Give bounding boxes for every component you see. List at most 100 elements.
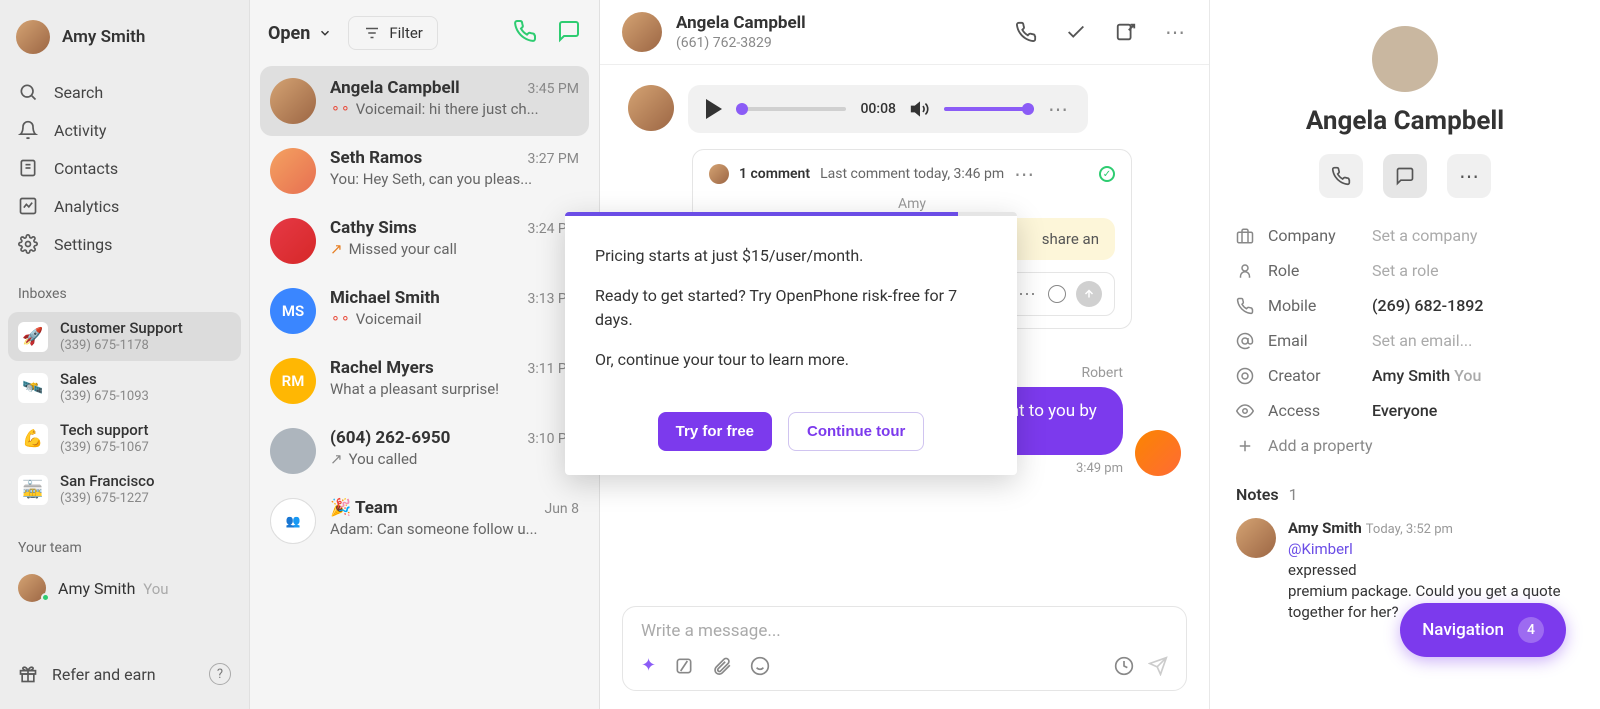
voicemail-icon: ⚬⚬ <box>330 312 350 327</box>
your-team-label: Your team <box>8 534 241 562</box>
conversation-item[interactable]: 👥 🎉 TeamJun 8 Adam: Can someone follow u… <box>260 486 589 556</box>
prop-mobile[interactable]: Mobile(269) 682-1892 <box>1236 296 1574 315</box>
audio-seek-track[interactable] <box>736 107 846 111</box>
more-menu-icon[interactable]: ⋯ <box>1165 20 1187 44</box>
open-filter-dropdown[interactable]: Open <box>268 23 332 44</box>
inbox-number: (339) 675-1227 <box>60 491 155 507</box>
call-icon[interactable] <box>1015 21 1037 43</box>
prop-role[interactable]: RoleSet a role <box>1236 261 1574 280</box>
conversation-item[interactable]: RM Rachel Myers3:11 PM What a pleasant s… <box>260 346 589 416</box>
resolved-icon[interactable] <box>1099 166 1115 182</box>
conversation-name: Angela Campbell <box>330 78 460 98</box>
conversation-time: 3:45 PM <box>527 81 579 97</box>
new-message-button[interactable] <box>557 19 581 47</box>
continue-tour-button[interactable]: Continue tour <box>788 412 924 451</box>
modal-line2: Ready to get started? Try OpenPhone risk… <box>595 284 987 332</box>
comment-options-icon[interactable]: ⋯ <box>1018 284 1038 305</box>
audio-player: 00:08 ⋯ <box>688 85 1088 133</box>
try-free-button[interactable]: Try for free <box>658 412 772 451</box>
nav-contacts[interactable]: Contacts <box>8 150 241 186</box>
inboxes-section-label: Inboxes <box>8 280 241 308</box>
conversation-items: Angela Campbell3:45 PM ⚬⚬ Voicemail: hi … <box>250 66 599 709</box>
team-member[interactable]: Amy Smith You <box>8 566 241 610</box>
gear-icon <box>18 234 38 254</box>
inbox-name: Customer Support <box>60 319 183 338</box>
volume-icon[interactable] <box>910 99 930 119</box>
details-avatar <box>1372 26 1438 92</box>
new-call-button[interactable] <box>513 19 537 47</box>
inbox-name: San Francisco <box>60 472 155 491</box>
details-call-button[interactable] <box>1319 154 1363 198</box>
conversation-item[interactable]: Seth Ramos3:27 PM You: Hey Seth, can you… <box>260 136 589 206</box>
add-property-button[interactable]: Add a property <box>1236 436 1574 455</box>
prop-access[interactable]: AccessEveryone <box>1236 401 1574 420</box>
comment-count: 1 comment <box>739 166 810 182</box>
nav-activity[interactable]: Activity <box>8 112 241 148</box>
audio-more-icon[interactable]: ⋯ <box>1048 97 1070 121</box>
inbox-number: (339) 675-1067 <box>60 440 149 456</box>
conversation-item[interactable]: (604) 262-69503:10 PM ↗ You called <box>260 416 589 486</box>
conversation-avatar: RM <box>270 358 316 404</box>
sidebar: Amy Smith Search Activity Contacts Analy… <box>0 0 249 709</box>
volume-track[interactable] <box>944 107 1034 111</box>
navigation-pill[interactable]: Navigation 4 <box>1400 603 1566 657</box>
conversation-name: 🎉 Team <box>330 498 398 518</box>
conversation-list-header: Open Filter <box>250 0 599 66</box>
schedule-icon[interactable] <box>1114 656 1134 676</box>
primary-nav: Search Activity Contacts Analytics Setti… <box>8 74 241 262</box>
template-icon[interactable] <box>674 656 694 676</box>
message-composer[interactable]: Write a message... ✦ <box>622 606 1187 691</box>
nav-settings[interactable]: Settings <box>8 226 241 262</box>
emoji-icon[interactable] <box>1048 285 1066 303</box>
prop-creator[interactable]: CreatorAmy Smith You <box>1236 366 1574 385</box>
inbox-emoji: 🚋 <box>18 475 48 505</box>
play-button[interactable] <box>706 99 722 119</box>
search-icon <box>18 82 38 102</box>
contact-number: (661) 762-3829 <box>676 35 806 51</box>
ai-sparkle-icon[interactable]: ✦ <box>641 655 656 676</box>
refer-link[interactable]: Refer and earn <box>18 664 156 684</box>
note-mention[interactable]: @Kimberl <box>1288 540 1353 558</box>
nav-analytics-label: Analytics <box>54 197 119 216</box>
inbox-item[interactable]: 🚀 Customer Support(339) 675-1178 <box>8 312 241 361</box>
presence-indicator <box>41 593 50 602</box>
prop-company[interactable]: CompanySet a company <box>1236 226 1574 245</box>
help-button[interactable]: ? <box>209 663 231 685</box>
nav-analytics[interactable]: Analytics <box>8 188 241 224</box>
mark-done-icon[interactable] <box>1065 21 1087 43</box>
modal-line1: Pricing starts at just $15/user/month. <box>595 244 987 268</box>
voicemail-row: 00:08 ⋯ <box>628 85 1181 133</box>
nav-search[interactable]: Search <box>8 74 241 110</box>
contact-name: Angela Campbell <box>676 13 806 33</box>
composer-placeholder[interactable]: Write a message... <box>641 621 1168 641</box>
outgoing-call-icon: ↗ <box>330 450 343 468</box>
details-message-button[interactable] <box>1383 154 1427 198</box>
send-icon[interactable] <box>1148 656 1168 676</box>
inbox-item[interactable]: 🛰️ Sales(339) 675-1093 <box>8 363 241 412</box>
user-avatar <box>16 20 50 54</box>
comment-avatar <box>709 164 729 184</box>
filter-button[interactable]: Filter <box>348 16 438 50</box>
modal-body: Pricing starts at just $15/user/month. R… <box>565 216 1017 412</box>
current-user[interactable]: Amy Smith <box>8 14 241 60</box>
refer-label: Refer and earn <box>52 665 156 684</box>
conversation-header: Angela Campbell (661) 762-3829 ⋯ <box>600 0 1209 65</box>
archive-icon[interactable] <box>1115 21 1137 43</box>
briefcase-icon <box>1236 227 1254 245</box>
conversation-preview: What a pleasant surprise! <box>330 380 579 398</box>
nav-contacts-label: Contacts <box>54 159 118 178</box>
details-more-button[interactable]: ⋯ <box>1447 154 1491 198</box>
inbox-item[interactable]: 💪 Tech support(339) 675-1067 <box>8 414 241 463</box>
attachment-icon[interactable] <box>712 656 732 676</box>
emoji-picker-icon[interactable] <box>750 656 770 676</box>
prop-email[interactable]: EmailSet an email... <box>1236 331 1574 350</box>
nav-settings-label: Settings <box>54 235 112 254</box>
conversation-item[interactable]: MS Michael Smith3:13 PM ⚬⚬ Voicemail <box>260 276 589 346</box>
send-comment-button[interactable] <box>1076 281 1102 307</box>
comment-more-icon[interactable]: ⋯ <box>1014 162 1036 186</box>
conversation-item[interactable]: Cathy Sims3:24 PM ↗ Missed your call <box>260 206 589 276</box>
audio-time: 00:08 <box>860 101 896 117</box>
note-time: Today, 3:52 pm <box>1366 522 1453 537</box>
inbox-item[interactable]: 🚋 San Francisco(339) 675-1227 <box>8 465 241 514</box>
conversation-item[interactable]: Angela Campbell3:45 PM ⚬⚬ Voicemail: hi … <box>260 66 589 136</box>
